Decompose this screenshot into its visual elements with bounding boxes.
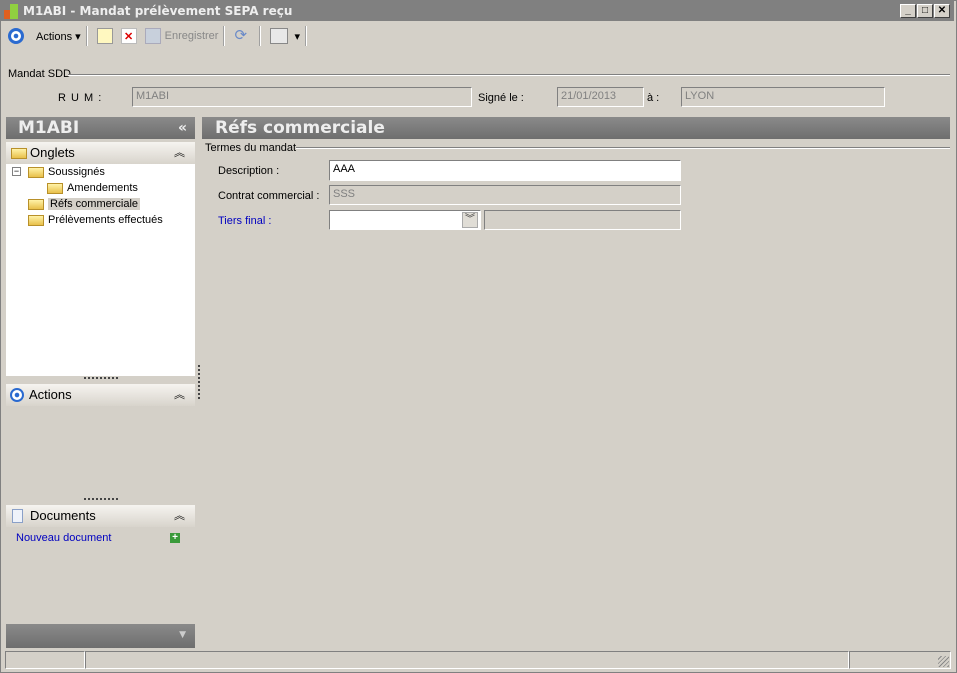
actions-panel-label: Actions [29, 387, 72, 402]
nouveau-document-link[interactable]: Nouveau document [16, 532, 111, 544]
new-icon[interactable] [96, 28, 113, 44]
minimize-button[interactable]: _ [900, 4, 916, 18]
document-icon [12, 509, 23, 523]
description-input[interactable]: AAA [329, 160, 681, 181]
folder-icon [47, 182, 63, 194]
tree-collapse-toggle[interactable]: − [12, 167, 21, 176]
folder-icon [11, 148, 27, 159]
onglets-panel-header[interactable]: Onglets ︽ [6, 142, 195, 164]
collapse-icon[interactable]: ︽ [174, 142, 185, 164]
print-icon[interactable] [270, 28, 289, 44]
onglets-label: Onglets [30, 145, 75, 160]
tree-label: Amendements [67, 182, 138, 194]
app-logo-icon [4, 4, 18, 19]
actions-menu[interactable]: Actions ▾ [36, 30, 81, 43]
title-bar: M1ABI - Mandat prélèvement SEPA reçu [1, 1, 954, 21]
maximize-button[interactable]: □ [917, 4, 933, 18]
status-cell [85, 651, 849, 669]
splitter-handle[interactable] [84, 377, 118, 379]
actions-icon [10, 388, 24, 402]
actions-label: Actions [36, 30, 73, 43]
tiers-final-name-field[interactable] [484, 210, 681, 230]
rum-field[interactable]: M1ABI [132, 87, 472, 107]
resize-grip-icon[interactable] [938, 656, 949, 667]
sidebar-title-text: M1ABI [18, 118, 80, 138]
status-cell [5, 651, 85, 669]
folder-icon [28, 214, 44, 226]
tree-label: Prélèvements effectués [48, 214, 163, 226]
close-button[interactable]: ✕ [934, 4, 950, 18]
documents-panel-header[interactable]: Documents ︽ [6, 505, 195, 527]
tiers-final-link[interactable]: Tiers final : [218, 215, 271, 227]
a-label: à : [647, 92, 660, 104]
description-label: Description : [218, 165, 280, 177]
divider [296, 147, 950, 149]
folder-icon [28, 166, 44, 178]
chevron-down-icon[interactable]: ▼ [179, 630, 186, 640]
termes-group-label: Termes du mandat [205, 142, 297, 154]
separator [304, 26, 307, 46]
open-folder-icon [28, 198, 44, 210]
tree-label: Soussignés [48, 166, 105, 178]
splitter-handle[interactable] [84, 498, 118, 500]
sidebar-footer[interactable]: ▼ [6, 624, 195, 648]
refresh-icon[interactable]: ⟳ [234, 28, 250, 44]
tree-item-refs-commerciale[interactable]: Réfs commerciale [28, 197, 141, 212]
vertical-splitter-handle[interactable] [198, 365, 200, 399]
collapse-icon[interactable]: ︽ [174, 384, 185, 406]
tree-label: Réfs commerciale [48, 198, 141, 210]
separator [85, 26, 88, 46]
tree-item-amendements[interactable]: Amendements [47, 181, 138, 196]
delete-icon[interactable]: ✕ [120, 28, 137, 44]
contrat-label: Contrat commercial : [218, 190, 320, 202]
sidebar-title: M1ABI « [6, 117, 195, 139]
tree-item-prelevements[interactable]: Prélèvements effectués [28, 213, 163, 228]
collapse-icon[interactable]: ︽ [174, 505, 185, 527]
signe-label: Signé le : [478, 92, 524, 104]
status-cell [849, 651, 951, 669]
divider [68, 74, 950, 76]
mandat-group-label: Mandat SDD [8, 68, 71, 80]
tree-item-soussignes[interactable]: Soussignés [28, 165, 105, 180]
separator [259, 26, 262, 46]
save-button[interactable]: Enregistrer [165, 30, 219, 42]
collapse-sidebar-button[interactable]: « [178, 117, 187, 139]
onglets-tree: − Soussignés Amendements Réfs commercial… [6, 164, 195, 376]
separator [223, 26, 226, 46]
tiers-final-select[interactable]: ︾ [329, 210, 481, 230]
documents-label: Documents [30, 508, 96, 523]
signe-field[interactable]: 21/01/2013 [557, 87, 644, 107]
lieu-field[interactable]: LYON [681, 87, 885, 107]
save-icon [144, 28, 161, 44]
print-dropdown[interactable]: ▾ [294, 30, 300, 43]
contrat-field[interactable]: SSS [329, 185, 681, 205]
rum-label: R U M : [58, 92, 103, 104]
actions-panel-header[interactable]: Actions ︽ [6, 384, 195, 406]
toolbar: Actions ▾ ✕ Enregistrer ⟳ ▾ [4, 24, 312, 48]
page-title: Réfs commerciale [202, 117, 950, 139]
add-document-icon[interactable]: + [170, 533, 180, 543]
dropdown-chevron-icon[interactable]: ︾ [462, 212, 478, 228]
actions-icon [8, 28, 24, 44]
